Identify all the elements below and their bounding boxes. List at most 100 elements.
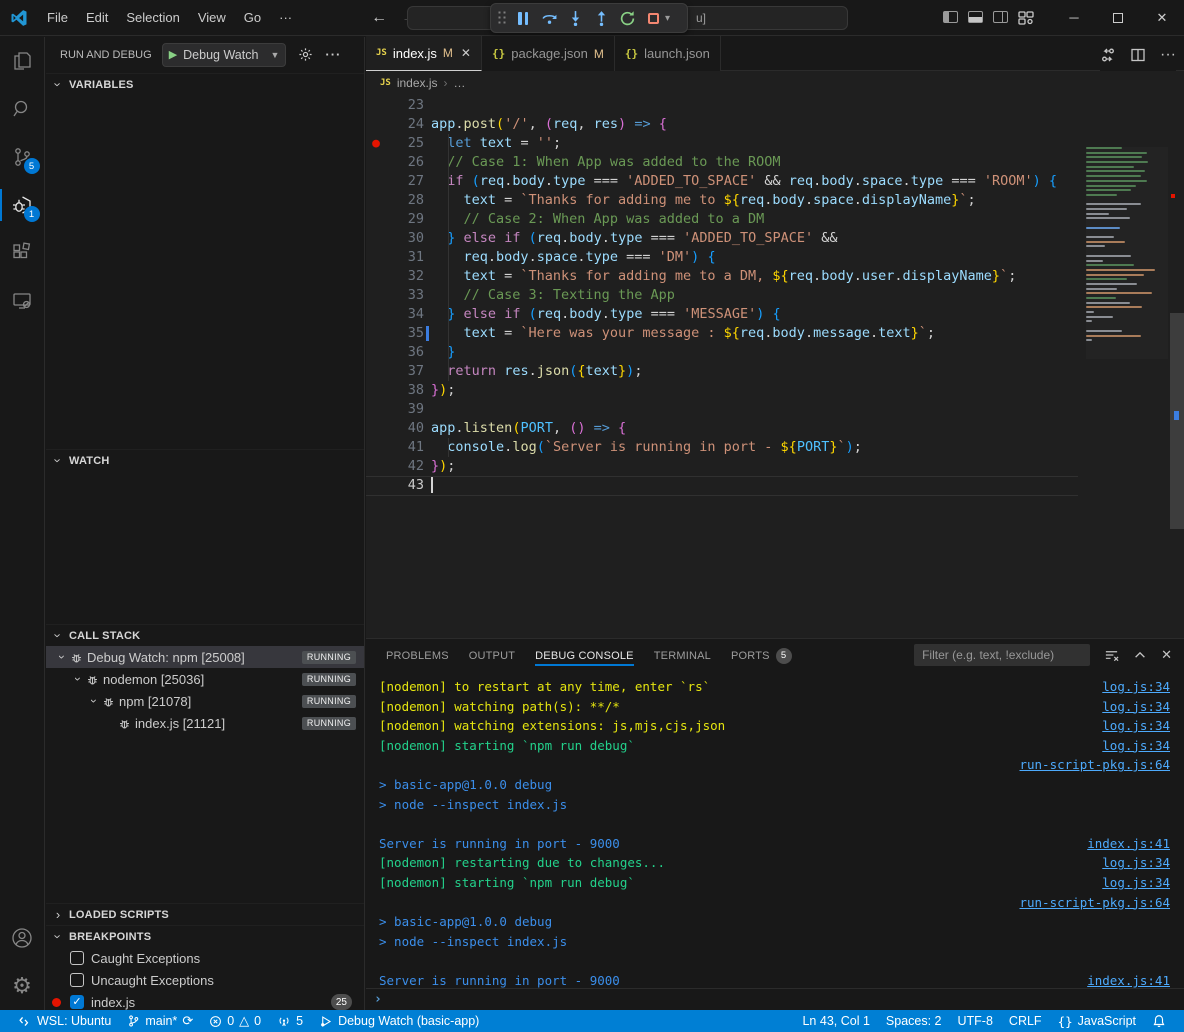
open-changes-icon[interactable] [1100, 47, 1116, 63]
source-link[interactable]: index.js:41 [1087, 834, 1170, 854]
code-line-34[interactable]: 34 } else if (req.body.type === 'MESSAGE… [366, 305, 1184, 324]
close-window-button[interactable]: ✕ [1140, 0, 1184, 35]
breadcrumb-file[interactable]: index.js [397, 76, 438, 90]
customize-layout-icon[interactable] [1018, 11, 1034, 25]
breadcrumb-tail[interactable]: … [454, 76, 466, 90]
code-line-29[interactable]: 29 // Case 2: When App was added to a DM [366, 210, 1184, 229]
menu-item-more[interactable]: ··· [270, 6, 301, 29]
code-line-39[interactable]: 39 [366, 400, 1184, 419]
drag-gripper-icon[interactable] [497, 10, 507, 26]
debug-settings-gear-icon[interactable] [298, 47, 313, 62]
code-line-35[interactable]: 35 text = `Here was your message : ${req… [366, 324, 1184, 343]
menu-item-selection[interactable]: Selection [117, 6, 188, 29]
code-line-42[interactable]: 42}); [366, 457, 1184, 476]
source-link[interactable]: run-script-pkg.js:64 [1019, 755, 1170, 775]
code-line-41[interactable]: 41 console.log(`Server is running in por… [366, 438, 1184, 457]
menu-item-file[interactable]: File [38, 6, 77, 29]
code-line-40[interactable]: 40app.listen(PORT, () => { [366, 419, 1184, 438]
editor-scrollbar[interactable] [1170, 94, 1184, 695]
maximize-panel-icon[interactable] [1133, 648, 1147, 662]
tab-ports[interactable]: PORTS5 [725, 640, 798, 672]
breakpoint-checkbox[interactable] [70, 973, 84, 987]
source-link[interactable]: log.js:34 [1102, 853, 1170, 873]
extensions-icon[interactable] [0, 229, 45, 277]
close-panel-icon[interactable]: ✕ [1161, 647, 1172, 663]
call-stack-section-header[interactable]: › CALL STACK [46, 624, 364, 646]
breakpoint-row[interactable]: Uncaught Exceptions [46, 969, 364, 991]
restart-button[interactable] [615, 6, 639, 30]
code-line-43[interactable]: 43 [366, 476, 1184, 495]
tab-problems[interactable]: PROBLEMS [380, 642, 455, 670]
eol-indicator[interactable]: CRLF [1001, 1010, 1050, 1032]
code-line-38[interactable]: 38}); [366, 381, 1184, 400]
tab-terminal[interactable]: TERMINAL [648, 642, 717, 670]
code-line-23[interactable]: 23 [366, 96, 1184, 115]
step-into-button[interactable] [563, 6, 587, 30]
call-stack-row[interactable]: ›Debug Watch: npm [25008]RUNNING [46, 646, 364, 668]
source-link[interactable]: log.js:34 [1102, 873, 1170, 893]
code-line-32[interactable]: 32 text = `Thanks for adding me to a DM,… [366, 267, 1184, 286]
nav-back-icon[interactable]: ← [371, 9, 387, 27]
indentation-indicator[interactable]: Spaces: 2 [878, 1010, 950, 1032]
debug-console-output[interactable]: [nodemon] to restart at any time, enter … [366, 672, 1184, 989]
step-out-button[interactable] [589, 6, 613, 30]
code-line-25[interactable]: ●25 let text = ''; [366, 134, 1184, 153]
minimap[interactable] [1086, 147, 1168, 359]
source-link[interactable]: log.js:34 [1102, 697, 1170, 717]
notifications-bell-icon[interactable] [1144, 1010, 1174, 1032]
source-link[interactable]: run-script-pkg.js:64 [1019, 893, 1170, 913]
cursor-position-indicator[interactable]: Ln 43, Col 1 [794, 1010, 877, 1032]
breakpoints-section-header[interactable]: › BREAKPOINTS [46, 925, 364, 947]
code-line-36[interactable]: 36 } [366, 343, 1184, 362]
code-line-37[interactable]: 37 return res.json({text}); [366, 362, 1184, 381]
call-stack-row[interactable]: index.js [21121]RUNNING [46, 712, 364, 734]
breadcrumb[interactable]: JS index.js › … [366, 71, 1184, 94]
menu-item-edit[interactable]: Edit [77, 6, 117, 29]
launch-config-dropdown[interactable]: ▶ Debug Watch ▼ [162, 43, 287, 67]
maximize-button[interactable] [1096, 0, 1140, 35]
menu-item-view[interactable]: View [189, 6, 235, 29]
menu-item-go[interactable]: Go [235, 6, 270, 29]
breakpoint-checkbox[interactable] [70, 951, 84, 965]
encoding-indicator[interactable]: UTF-8 [950, 1010, 1001, 1032]
editor-tab-launch-json[interactable]: {}launch.json [615, 36, 721, 71]
breakpoint-row[interactable]: Caught Exceptions [46, 947, 364, 969]
code-line-33[interactable]: 33 // Case 3: Texting the App [366, 286, 1184, 305]
code-line-31[interactable]: 31 req.body.space.type === 'DM') { [366, 248, 1184, 267]
call-stack-row[interactable]: ›nodemon [25036]RUNNING [46, 668, 364, 690]
sidebar-more-actions-icon[interactable]: ··· [325, 47, 341, 62]
problems-indicator[interactable]: 0 △ 0 [201, 1010, 269, 1032]
debug-console-input[interactable]: › [366, 988, 1184, 1009]
source-link[interactable]: log.js:34 [1102, 677, 1170, 697]
debug-session-indicator[interactable]: Debug Watch (basic-app) [311, 1010, 487, 1032]
console-filter-input[interactable]: Filter (e.g. text, !exclude) [914, 644, 1090, 666]
minimize-button[interactable]: ─ [1052, 0, 1096, 35]
debug-toolbar-chevron-icon[interactable]: ▾ [665, 13, 670, 24]
toggle-secondary-sidebar-icon[interactable] [993, 11, 1008, 23]
code-line-27[interactable]: 27 if (req.body.type === 'ADDED_TO_SPACE… [366, 172, 1184, 191]
code-line-30[interactable]: 30 } else if (req.body.type === 'ADDED_T… [366, 229, 1184, 248]
source-control-icon[interactable]: 5 [0, 133, 45, 181]
call-stack-row[interactable]: ›npm [21078]RUNNING [46, 690, 364, 712]
variables-section-header[interactable]: › VARIABLES [46, 73, 364, 95]
code-line-28[interactable]: 28 text = `Thanks for adding me to ${req… [366, 191, 1184, 210]
code-line-26[interactable]: 26 // Case 1: When App was added to the … [366, 153, 1184, 172]
clear-console-icon[interactable] [1104, 648, 1119, 663]
search-icon[interactable] [0, 85, 45, 133]
tab-debug-console[interactable]: DEBUG CONSOLE [529, 642, 640, 670]
source-link[interactable]: log.js:34 [1102, 736, 1170, 756]
source-link[interactable]: log.js:34 [1102, 716, 1170, 736]
pause-button[interactable] [511, 6, 535, 30]
start-debug-icon[interactable]: ▶ [169, 48, 177, 61]
breakpoint-dot[interactable]: ● [366, 134, 386, 153]
code-line-24[interactable]: 24app.post('/', (req, res) => { [366, 115, 1184, 134]
remote-indicator[interactable]: WSL: Ubuntu [10, 1010, 119, 1032]
source-link[interactable]: index.js:41 [1087, 971, 1170, 989]
account-icon[interactable] [0, 914, 45, 962]
step-over-button[interactable] [537, 6, 561, 30]
code-editor[interactable]: 2324app.post('/', (req, res) => {●25 let… [366, 94, 1184, 638]
tab-output[interactable]: OUTPUT [463, 642, 521, 670]
language-indicator[interactable]: {}JavaScript [1050, 1010, 1144, 1032]
loaded-scripts-section-header[interactable]: › LOADED SCRIPTS [46, 903, 364, 925]
watch-section-header[interactable]: › WATCH [46, 449, 364, 471]
